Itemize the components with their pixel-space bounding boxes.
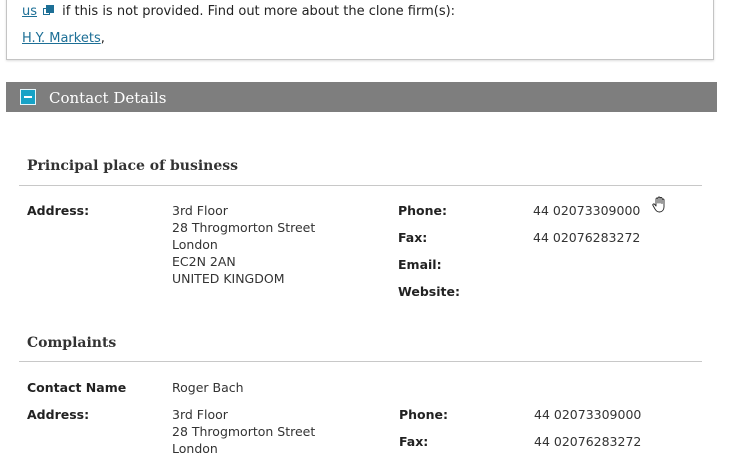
address-line: UNITED KINGDOM [172,271,285,286]
external-link-icon[interactable] [43,5,55,16]
clone-firm-notice: us if this is not provided. Find out mor… [6,0,714,60]
divider [19,361,702,362]
address-line: London [172,237,218,252]
fax-value: 44 02076283272 [534,434,642,449]
divider [19,185,702,186]
clone-firm-list: H.Y. Markets, [22,31,105,46]
section-title: Contact Details [49,89,167,107]
collapse-icon[interactable] [20,89,36,105]
phone-value: 44 02073309000 [533,203,641,218]
address-line: 28 Throgmorton Street [172,424,316,439]
address-label: Address: [27,203,90,218]
complaints-address: 3rd Floor 28 Throgmorton Street London [172,406,315,457]
contact-details-header[interactable]: Contact Details [6,82,717,112]
phone-label: Phone: [398,203,448,218]
contact-name-value: Roger Bach [172,380,244,395]
contact-name-label: Contact Name [27,380,127,395]
address-line: London [172,441,218,456]
address-line: 28 Throgmorton Street [172,220,316,235]
phone-label: Phone: [399,407,449,422]
address-line: 3rd Floor [172,407,228,422]
complaints-heading: Complaints [27,335,117,351]
fax-label: Fax: [399,434,429,449]
phone-value: 44 02073309000 [534,407,642,422]
notice-text: us if this is not provided. Find out mor… [22,4,455,19]
email-label: Email: [398,257,442,272]
address-label: Address: [27,407,90,422]
firm-link-suffix: , [100,31,105,46]
principal-heading: Principal place of business [27,158,239,174]
address-line: 3rd Floor [172,203,228,218]
address-line: EC2N 2AN [172,254,236,269]
fax-value: 44 02076283272 [533,230,641,245]
notice-body: if this is not provided. Find out more a… [58,4,456,19]
fax-label: Fax: [398,230,428,245]
clone-firm-link[interactable]: H.Y. Markets [22,31,101,46]
contact-us-link[interactable]: us [22,4,37,19]
website-label: Website: [398,284,460,299]
hand-cursor-icon [652,196,665,213]
principal-address: 3rd Floor 28 Throgmorton Street London E… [172,202,315,287]
